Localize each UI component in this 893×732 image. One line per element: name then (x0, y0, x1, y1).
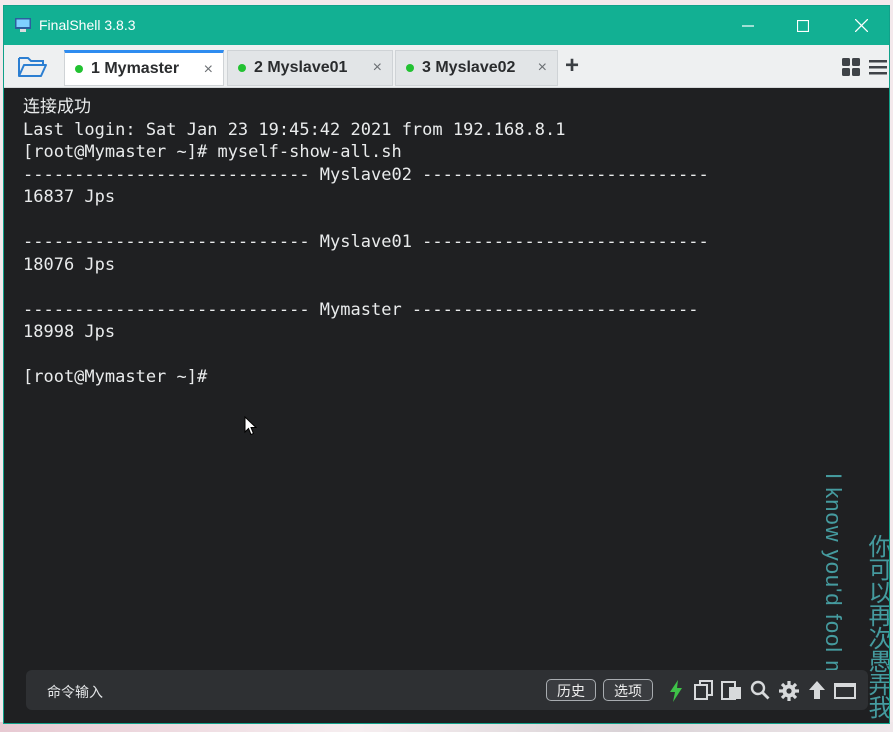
terminal-line: ---------------------------- Myslave01 -… (23, 232, 709, 252)
history-button[interactable]: 历史 (546, 679, 596, 701)
tab-myslave01[interactable]: 2 Myslave01 × (227, 50, 393, 86)
terminal-line: Last login: Sat Jan 23 19:45:42 2021 fro… (23, 119, 566, 140)
connected-status-dot (75, 65, 83, 73)
tab-myslave02[interactable]: 3 Myslave02 × (395, 50, 558, 86)
paste-icon[interactable] (721, 680, 743, 700)
window-mode-icon[interactable] (834, 680, 856, 700)
grid-view-icon[interactable] (841, 57, 861, 77)
tab-close-icon[interactable]: × (538, 59, 547, 77)
terminal-line: 连接成功 (23, 97, 91, 117)
copy-icon[interactable] (694, 680, 716, 700)
mouse-pointer-icon (244, 416, 257, 436)
terminal-line: [root@Mymaster ~]# (23, 367, 208, 387)
terminal-line: [root@Mymaster ~]# myself-show-all.sh (23, 142, 402, 162)
minimize-button[interactable] (720, 6, 776, 45)
add-tab-button[interactable]: + (565, 52, 579, 80)
search-icon[interactable] (750, 680, 770, 700)
terminal-line: 16837 Jps (23, 187, 116, 207)
tab-close-icon[interactable]: × (373, 59, 382, 77)
maximize-button[interactable] (775, 6, 831, 45)
terminal-output: 连接成功 Last login: Sat Jan 23 19:45:42 2021… (23, 96, 709, 389)
minimize-icon (742, 24, 754, 27)
finalshell-window: FinalShell 3.8.3 1 Mymaster × 2 Myslave0… (3, 5, 890, 724)
tab-label: 2 Myslave01 (254, 59, 348, 76)
title-bar[interactable]: FinalShell 3.8.3 (4, 6, 889, 45)
gear-icon[interactable] (778, 680, 800, 702)
terminal-line: 18076 Jps (23, 254, 116, 275)
terminal-line: ---------------------------- Mymaster --… (23, 299, 699, 320)
wallpaper-watermark-english: I know you'd fool me (821, 473, 846, 693)
app-icon (15, 18, 31, 32)
tab-mymaster[interactable]: 1 Mymaster × (64, 50, 224, 86)
window-title: FinalShell 3.8.3 (39, 17, 136, 33)
options-button[interactable]: 选项 (603, 679, 653, 701)
command-input-bar[interactable]: 命令输入 历史 选项 (26, 670, 868, 710)
close-icon (854, 19, 868, 32)
tab-label: 3 Myslave02 (422, 59, 516, 76)
maximize-icon (797, 19, 809, 32)
menu-icon[interactable] (868, 57, 888, 77)
arrow-up-icon[interactable] (807, 680, 827, 700)
tab-close-icon[interactable]: × (204, 61, 213, 79)
tab-label: 1 Mymaster (91, 60, 180, 77)
lightning-icon[interactable] (669, 680, 683, 702)
command-input-placeholder[interactable]: 命令输入 (47, 682, 103, 702)
connected-status-dot (406, 64, 414, 72)
terminal-line: 18998 Jps (23, 322, 116, 342)
terminal-line: ---------------------------- Myslave02 -… (23, 164, 709, 185)
connected-status-dot (238, 64, 246, 72)
terminal-panel[interactable]: 连接成功 Last login: Sat Jan 23 19:45:42 2021… (4, 88, 889, 723)
close-button[interactable] (833, 6, 889, 45)
tab-bar: 1 Mymaster × 2 Myslave01 × 3 Myslave02 ×… (4, 45, 889, 88)
open-folder-icon[interactable] (16, 55, 48, 79)
